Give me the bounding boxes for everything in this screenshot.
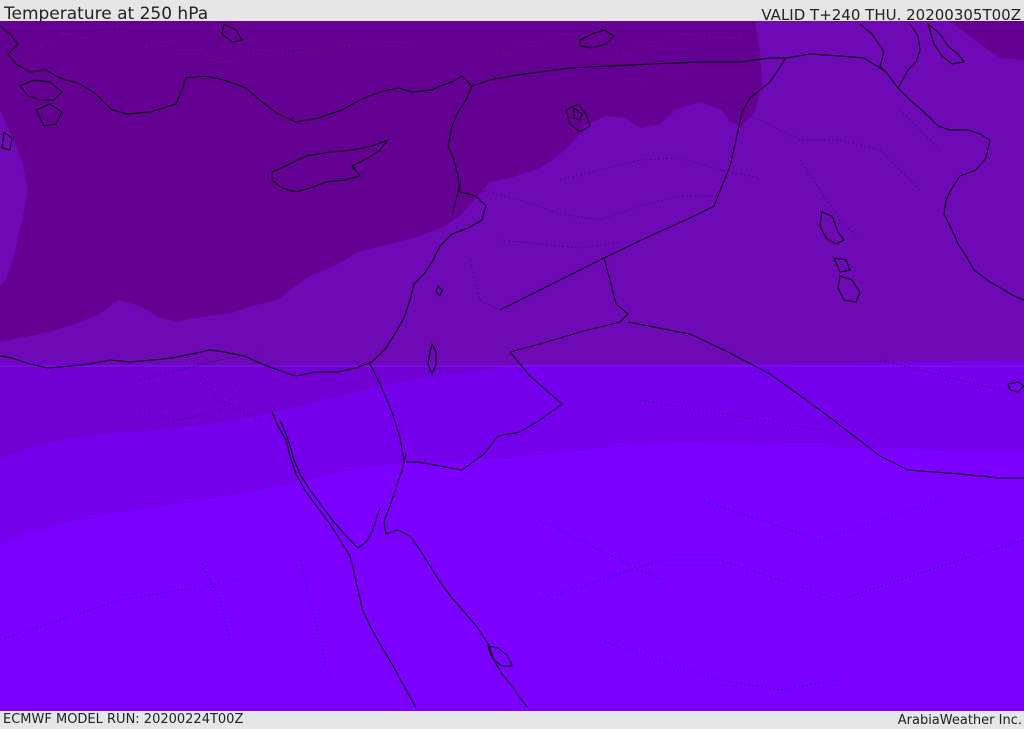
weather-map-page: Temperature at 250 hPa VALID T+240 THU. …: [0, 0, 1024, 729]
valid-time-label: VALID T+240 THU. 20200305T00Z: [761, 6, 1021, 24]
map-footer: ECMWF MODEL RUN: 20200224T00Z ArabiaWeat…: [0, 711, 1024, 729]
model-run-label: ECMWF MODEL RUN: 20200224T00Z: [3, 712, 244, 727]
map-title: Temperature at 250 hPa: [4, 4, 209, 24]
credit-label: ArabiaWeather Inc.: [897, 713, 1022, 728]
map-svg: [0, 21, 1024, 711]
map-canvas: [0, 21, 1024, 711]
map-header: Temperature at 250 hPa VALID T+240 THU. …: [0, 0, 1024, 24]
